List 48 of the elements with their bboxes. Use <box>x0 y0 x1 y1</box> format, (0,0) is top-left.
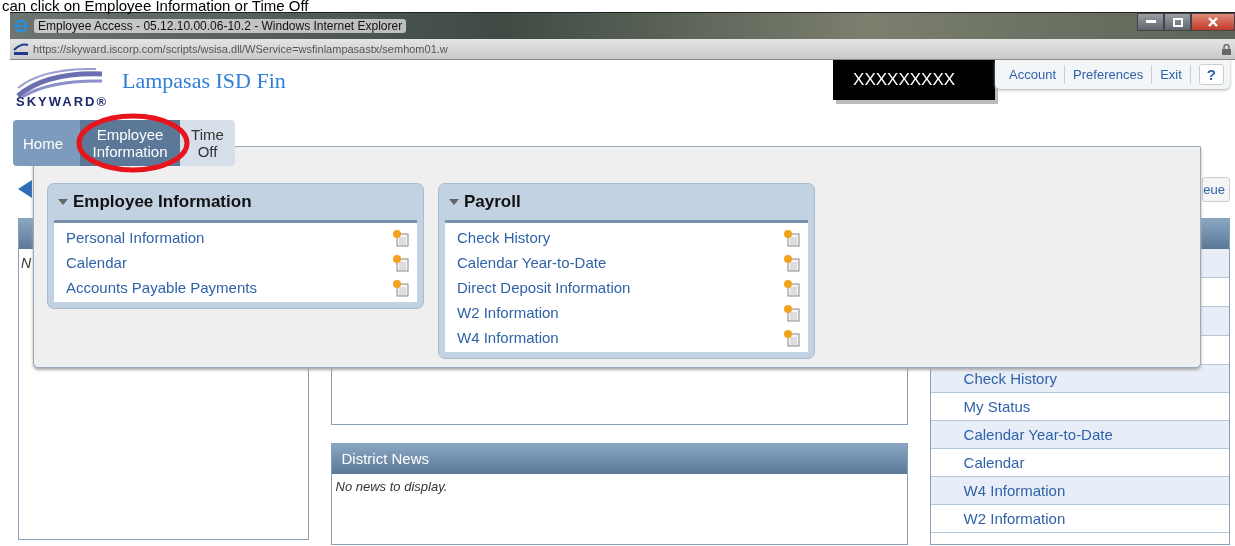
close-icon <box>1208 17 1218 27</box>
help-button[interactable]: ? <box>1198 64 1224 85</box>
nav-tab[interactable]: Time Off <box>180 120 235 166</box>
collapse-arrow-icon[interactable] <box>58 199 68 205</box>
collapse-arrow-icon[interactable] <box>449 199 459 205</box>
address-bar[interactable]: https://skyward.iscorp.com/scripts/wsisa.dll/WService=wsfinlampasastx/semhom01.w <box>10 39 1235 60</box>
minimize-button[interactable] <box>1137 13 1164 31</box>
news-title: District News <box>331 444 907 474</box>
caption-text: can click on Employee Information or Time Off <box>1 0 310 12</box>
new-page-icon[interactable] <box>783 228 800 247</box>
menu-card-title: Employee Information <box>73 192 252 212</box>
quick-link[interactable]: Calendar Year-to-Date <box>930 421 1229 449</box>
news-message: No news to display. <box>334 478 449 496</box>
close-button[interactable] <box>1191 13 1235 31</box>
top-link[interactable]: Exit <box>1152 65 1191 84</box>
new-page-icon[interactable] <box>392 253 409 272</box>
new-page-icon[interactable] <box>783 278 800 297</box>
new-page-icon[interactable] <box>783 253 800 272</box>
menu-card-title: Payroll <box>464 192 521 212</box>
menu-link[interactable]: Personal Information <box>66 229 205 246</box>
quick-link[interactable]: W2 Information <box>930 505 1229 533</box>
new-page-icon[interactable] <box>783 303 800 322</box>
menu-link[interactable]: Calendar Year-to-Date <box>457 254 607 271</box>
new-page-icon[interactable] <box>392 228 409 247</box>
menu-link[interactable]: Direct Deposit Information <box>457 279 631 296</box>
back-arrow-icon[interactable] <box>18 180 32 198</box>
site-title: Lampasas ISD Fin <box>121 67 286 94</box>
minimize-icon <box>1145 20 1156 24</box>
menu-link[interactable]: W2 Information <box>457 304 559 321</box>
panel-text: N <box>20 254 33 273</box>
maximize-icon <box>1172 17 1183 27</box>
top-link[interactable]: Account <box>1001 65 1066 84</box>
quick-link[interactable]: W4 Information <box>930 477 1229 505</box>
lock-icon <box>1222 43 1231 55</box>
maximize-button[interactable] <box>1164 13 1191 31</box>
url-text: https://skyward.iscorp.com/scripts/wsisa.dll/WService=wsfinlampasastx/semhom01.w <box>33 43 448 55</box>
top-link[interactable]: Preferences <box>1065 65 1153 84</box>
new-page-icon[interactable] <box>392 278 409 297</box>
window-title: Employee Access - 05.12.10.00.06-10.2 - Windows Internet Explorer <box>34 19 407 33</box>
new-page-icon[interactable] <box>783 328 800 347</box>
menu-link[interactable]: Calendar <box>66 254 127 271</box>
menu-link[interactable]: W4 Information <box>457 329 559 346</box>
menu-link[interactable]: Accounts Payable Payments <box>66 279 257 296</box>
menu-link[interactable]: Check History <box>457 229 551 246</box>
site-favicon-icon <box>13 42 29 56</box>
logo-text: SKYWARD® <box>16 94 110 109</box>
queue-button[interactable]: eue <box>1202 176 1230 202</box>
browser-logo-icon <box>14 19 28 33</box>
